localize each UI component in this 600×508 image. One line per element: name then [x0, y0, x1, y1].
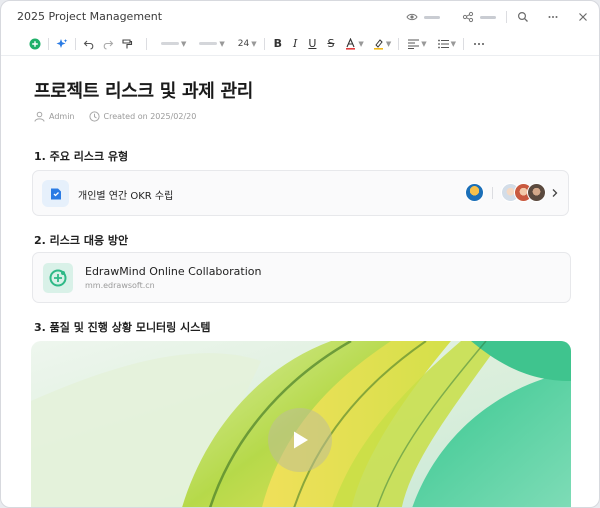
view-count-placeholder [424, 15, 440, 19]
bold-button[interactable]: B [274, 34, 282, 54]
highlight-color-select[interactable]: ▼ [373, 34, 391, 54]
okr-doc-card[interactable]: 개인별 연간 OKR 수립 [32, 170, 569, 216]
close-icon[interactable] [577, 11, 589, 23]
avatar [465, 183, 484, 202]
font-family-select[interactable]: ▼ [199, 34, 225, 54]
ai-sparkle-icon[interactable] [56, 34, 68, 54]
divider [263, 37, 265, 50]
divider [462, 37, 464, 50]
divider [48, 37, 49, 50]
share-icon[interactable] [462, 11, 474, 23]
document-title[interactable]: 프로젝트 리스크 및 과제 관리 [34, 77, 253, 103]
user-icon [34, 111, 45, 122]
paragraph-style-select[interactable]: ▼ [161, 34, 186, 54]
link-card-title: EdrawMind Online Collaboration [85, 265, 262, 278]
eye-icon[interactable] [406, 11, 418, 23]
avatar [527, 183, 546, 202]
play-icon [294, 431, 308, 449]
chevron-right-icon[interactable] [551, 188, 559, 198]
font-size-value: 24 [237, 38, 250, 49]
okr-card-title: 개인별 연간 OKR 수립 [78, 191, 174, 202]
redo-icon[interactable] [102, 34, 114, 54]
format-painter-icon[interactable] [121, 34, 133, 54]
font-color-select[interactable]: ▼ [345, 34, 364, 54]
document-meta: Admin Created on 2025/02/20 [34, 111, 196, 122]
play-button[interactable] [268, 408, 332, 472]
author-name: Admin [49, 112, 75, 121]
undo-icon[interactable] [83, 34, 95, 54]
more-icon[interactable] [547, 11, 559, 23]
edrawmind-logo [43, 263, 73, 293]
created-date: Created on 2025/02/20 [103, 112, 197, 121]
section-heading-1: 1. 주요 리스크 유형 [34, 150, 129, 163]
divider [146, 37, 147, 50]
format-toolbar: ▼ ▼ 24 ▼ B I U S ▼ ▼ ▼ ▼ [1, 32, 599, 56]
title-bar: 2025 Project Management [1, 1, 599, 32]
align-select[interactable]: ▼ [408, 34, 427, 54]
list-select[interactable]: ▼ [437, 34, 456, 54]
clock-icon [88, 111, 100, 122]
search-icon[interactable] [517, 11, 529, 23]
more-toolbar-icon[interactable] [473, 34, 485, 54]
link-card-url: mm.edrawsoft.cn [85, 281, 155, 290]
app-window: 2025 Project Management ▼ ▼ 24 ▼ B I U S… [0, 0, 600, 508]
divider [398, 37, 400, 50]
section-heading-2: 2. 리스크 대응 방안 [34, 234, 129, 247]
document-icon [42, 180, 69, 207]
font-size-select[interactable]: 24 ▼ [238, 34, 257, 54]
add-block-button[interactable] [29, 34, 41, 54]
document-page: 프로젝트 리스크 및 과제 관리 Admin Created on 2025/0… [1, 57, 599, 507]
italic-button[interactable]: I [293, 34, 297, 54]
underline-button[interactable]: U [308, 34, 316, 54]
divider [506, 11, 507, 23]
section-heading-3: 3. 품질 및 진행 상황 모니터링 시스템 [34, 321, 211, 334]
window-title: 2025 Project Management [17, 10, 163, 23]
video-player[interactable] [31, 341, 571, 507]
divider [75, 37, 76, 50]
title-bar-actions [406, 7, 589, 27]
strikethrough-button[interactable]: S [327, 34, 334, 54]
collaborator-avatars[interactable] [465, 183, 559, 202]
share-count-placeholder [480, 15, 496, 19]
divider [492, 186, 493, 199]
edrawmind-link-card[interactable]: EdrawMind Online Collaboration mm.edraws… [32, 252, 571, 303]
